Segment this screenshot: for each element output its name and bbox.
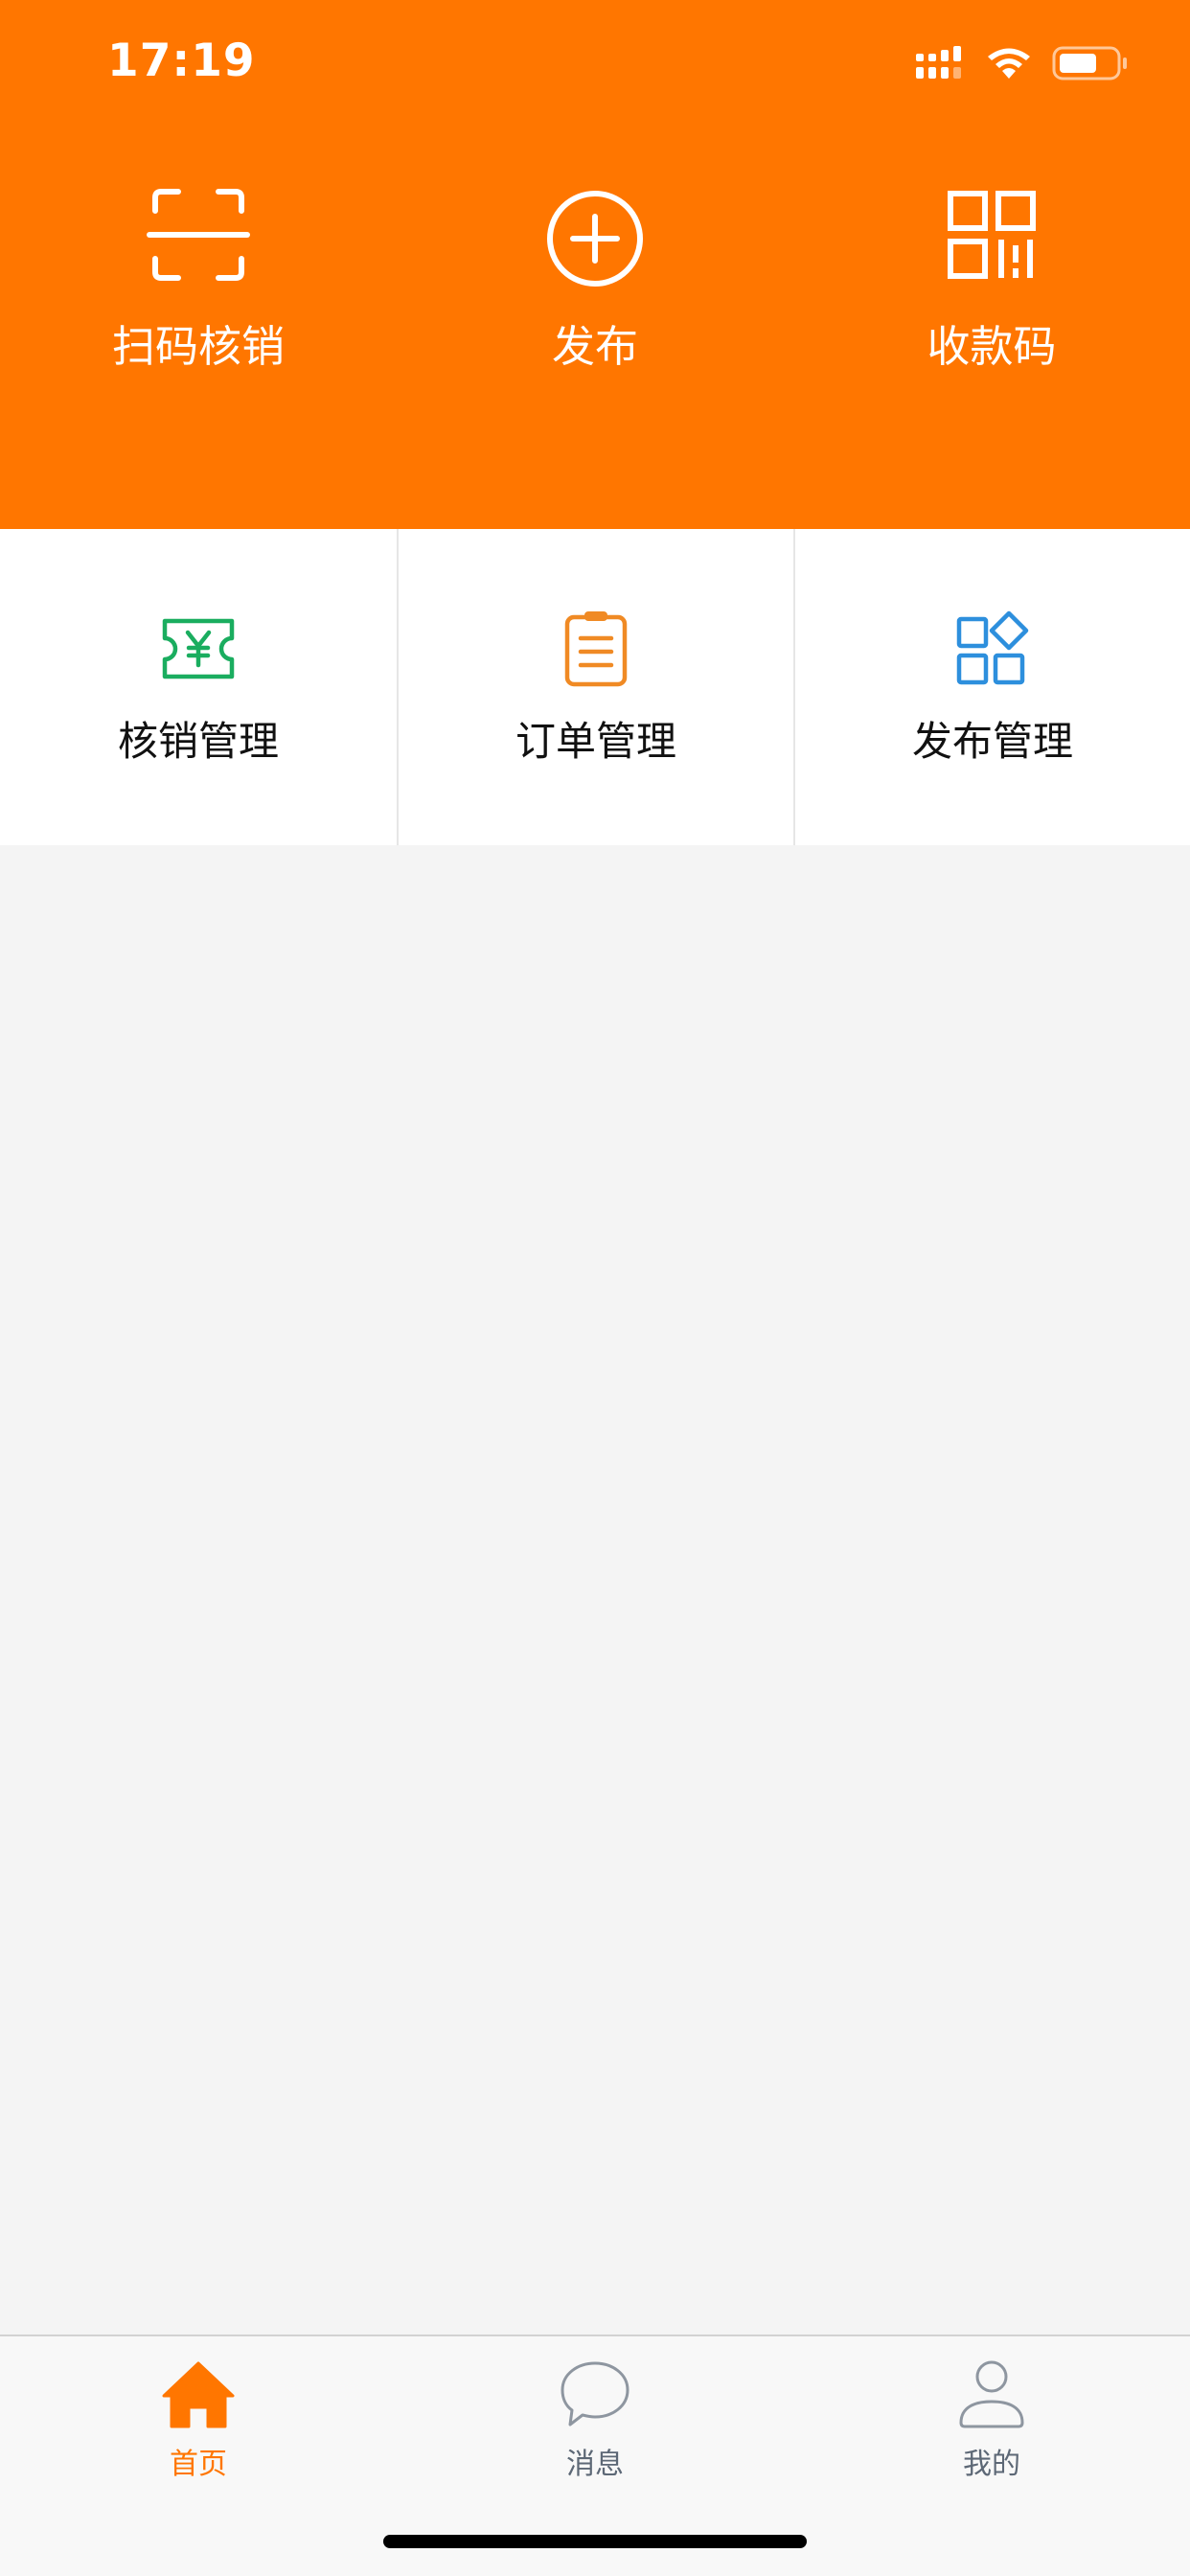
tab-messages[interactable]: 消息 [397, 2336, 793, 2509]
tab-mine-label: 我的 [963, 2448, 1020, 2481]
tab-mine[interactable]: 我的 [793, 2336, 1190, 2509]
quick-actions: 扫码核销 发布 收款码 [0, 182, 1190, 393]
order-management-button[interactable]: 订单管理 [397, 529, 793, 845]
scan-verify-label: 扫码核销 [111, 321, 285, 372]
qr-code-icon [948, 191, 1036, 279]
scan-icon [147, 189, 250, 281]
payment-code-button[interactable]: 收款码 [793, 182, 1190, 393]
status-time: 17:19 [107, 34, 256, 87]
wifi-icon [988, 48, 1030, 79]
publish-management-label: 发布管理 [911, 718, 1073, 765]
home-icon [162, 2361, 235, 2428]
verify-management-button[interactable]: 核销管理 [0, 529, 397, 845]
tab-messages-label: 消息 [566, 2448, 624, 2481]
order-management-label: 订单管理 [515, 718, 676, 765]
cellular-signal-icon [916, 46, 961, 79]
apps-icon [956, 610, 1029, 685]
clipboard-icon [564, 611, 628, 687]
verify-management-label: 核销管理 [117, 718, 279, 765]
home-indicator[interactable] [383, 2535, 807, 2548]
chat-bubble-icon [561, 2361, 629, 2426]
publish-management-button[interactable]: 发布管理 [793, 529, 1190, 845]
status-bar: 17:19 [0, 0, 1190, 128]
publish-button[interactable]: 发布 [397, 182, 793, 393]
tab-home[interactable]: 首页 [0, 2336, 397, 2509]
tab-home-label: 首页 [170, 2448, 227, 2481]
status-icons [916, 44, 1129, 82]
plus-circle-icon [547, 191, 643, 287]
header-banner: 17:19 扫码核销 发布 收款码 [0, 0, 1190, 529]
payment-code-label: 收款码 [927, 321, 1057, 372]
scan-verify-button[interactable]: 扫码核销 [0, 182, 397, 393]
battery-icon [1052, 46, 1127, 80]
management-grid: 核销管理 订单管理 发布管理 [0, 529, 1190, 845]
user-icon [959, 2360, 1024, 2428]
publish-label: 发布 [551, 321, 638, 372]
ticket-yen-icon [162, 618, 235, 679]
